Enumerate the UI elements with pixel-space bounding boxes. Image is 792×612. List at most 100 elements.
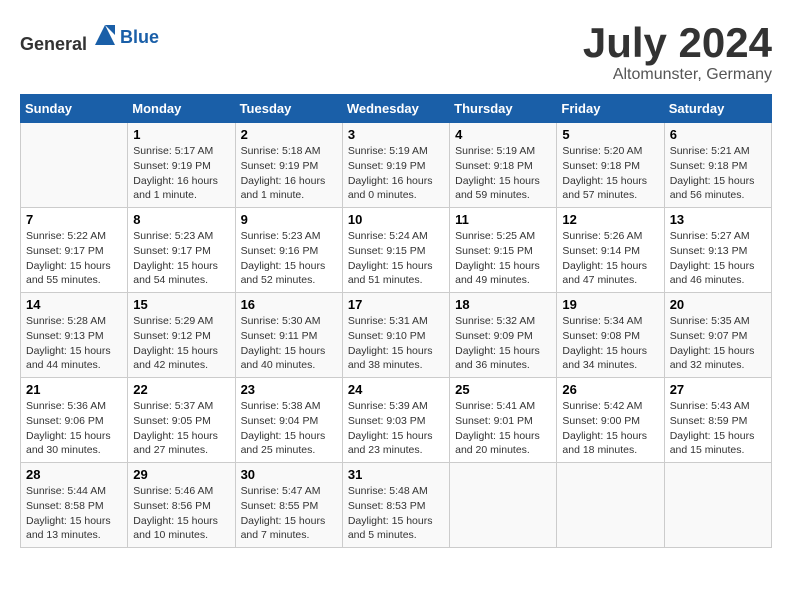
day-info: Sunrise: 5:34 AMSunset: 9:08 PMDaylight:…	[562, 314, 658, 373]
day-info: Sunrise: 5:24 AMSunset: 9:15 PMDaylight:…	[348, 229, 444, 288]
day-number: 24	[348, 382, 444, 397]
calendar-cell: 3 Sunrise: 5:19 AMSunset: 9:19 PMDaylight…	[342, 123, 449, 208]
day-info: Sunrise: 5:35 AMSunset: 9:07 PMDaylight:…	[670, 314, 766, 373]
calendar-cell	[450, 463, 557, 548]
calendar-cell: 10 Sunrise: 5:24 AMSunset: 9:15 PMDayligh…	[342, 208, 449, 293]
day-number: 7	[26, 212, 122, 227]
day-number: 10	[348, 212, 444, 227]
day-number: 14	[26, 297, 122, 312]
day-info: Sunrise: 5:30 AMSunset: 9:11 PMDaylight:…	[241, 314, 337, 373]
day-info: Sunrise: 5:38 AMSunset: 9:04 PMDaylight:…	[241, 399, 337, 458]
month-year-title: July 2024	[583, 20, 772, 66]
day-number: 20	[670, 297, 766, 312]
day-info: Sunrise: 5:23 AMSunset: 9:16 PMDaylight:…	[241, 229, 337, 288]
day-header-monday: Monday	[128, 95, 235, 123]
calendar-cell: 23 Sunrise: 5:38 AMSunset: 9:04 PMDayligh…	[235, 378, 342, 463]
day-info: Sunrise: 5:23 AMSunset: 9:17 PMDaylight:…	[133, 229, 229, 288]
calendar-cell: 11 Sunrise: 5:25 AMSunset: 9:15 PMDayligh…	[450, 208, 557, 293]
calendar-cell: 30 Sunrise: 5:47 AMSunset: 8:55 PMDayligh…	[235, 463, 342, 548]
day-info: Sunrise: 5:29 AMSunset: 9:12 PMDaylight:…	[133, 314, 229, 373]
day-number: 28	[26, 467, 122, 482]
calendar-cell: 14 Sunrise: 5:28 AMSunset: 9:13 PMDayligh…	[21, 293, 128, 378]
calendar-week-3: 14 Sunrise: 5:28 AMSunset: 9:13 PMDayligh…	[21, 293, 772, 378]
day-info: Sunrise: 5:28 AMSunset: 9:13 PMDaylight:…	[26, 314, 122, 373]
day-info: Sunrise: 5:27 AMSunset: 9:13 PMDaylight:…	[670, 229, 766, 288]
day-number: 11	[455, 212, 551, 227]
day-number: 8	[133, 212, 229, 227]
day-info: Sunrise: 5:26 AMSunset: 9:14 PMDaylight:…	[562, 229, 658, 288]
calendar-cell: 6 Sunrise: 5:21 AMSunset: 9:18 PMDaylight…	[664, 123, 771, 208]
day-number: 4	[455, 127, 551, 142]
calendar-header-row: SundayMondayTuesdayWednesdayThursdayFrid…	[21, 95, 772, 123]
day-info: Sunrise: 5:39 AMSunset: 9:03 PMDaylight:…	[348, 399, 444, 458]
calendar-cell: 19 Sunrise: 5:34 AMSunset: 9:08 PMDayligh…	[557, 293, 664, 378]
day-number: 19	[562, 297, 658, 312]
calendar-cell: 4 Sunrise: 5:19 AMSunset: 9:18 PMDaylight…	[450, 123, 557, 208]
calendar-cell: 26Sunrise: 5:42 AMSunset: 9:00 PMDayligh…	[557, 378, 664, 463]
day-number: 25	[455, 382, 551, 397]
calendar-cell	[664, 463, 771, 548]
day-info: Sunrise: 5:43 AMSunset: 8:59 PMDaylight:…	[670, 399, 766, 458]
calendar-cell: 24 Sunrise: 5:39 AMSunset: 9:03 PMDayligh…	[342, 378, 449, 463]
calendar-week-1: 1 Sunrise: 5:17 AMSunset: 9:19 PMDaylight…	[21, 123, 772, 208]
day-header-friday: Friday	[557, 95, 664, 123]
day-info: Sunrise: 5:17 AMSunset: 9:19 PMDaylight:…	[133, 144, 229, 203]
calendar-cell: 12 Sunrise: 5:26 AMSunset: 9:14 PMDayligh…	[557, 208, 664, 293]
calendar-week-5: 28Sunrise: 5:44 AMSunset: 8:58 PMDayligh…	[21, 463, 772, 548]
day-number: 3	[348, 127, 444, 142]
day-number: 23	[241, 382, 337, 397]
day-number: 27	[670, 382, 766, 397]
calendar-week-4: 21 Sunrise: 5:36 AMSunset: 9:06 PMDayligh…	[21, 378, 772, 463]
page-header: General Blue July 2024 Altomunster, Germ…	[20, 20, 772, 84]
location-subtitle: Altomunster, Germany	[583, 66, 772, 84]
day-header-wednesday: Wednesday	[342, 95, 449, 123]
day-info: Sunrise: 5:47 AMSunset: 8:55 PMDaylight:…	[241, 484, 337, 543]
day-number: 12	[562, 212, 658, 227]
day-number: 18	[455, 297, 551, 312]
logo: General Blue	[20, 20, 159, 55]
calendar-cell: 16Sunrise: 5:30 AMSunset: 9:11 PMDayligh…	[235, 293, 342, 378]
day-info: Sunrise: 5:37 AMSunset: 9:05 PMDaylight:…	[133, 399, 229, 458]
calendar-cell: 20 Sunrise: 5:35 AMSunset: 9:07 PMDayligh…	[664, 293, 771, 378]
calendar-cell	[21, 123, 128, 208]
day-number: 15	[133, 297, 229, 312]
day-number: 13	[670, 212, 766, 227]
day-info: Sunrise: 5:19 AMSunset: 9:19 PMDaylight:…	[348, 144, 444, 203]
calendar-cell: 22Sunrise: 5:37 AMSunset: 9:05 PMDayligh…	[128, 378, 235, 463]
day-info: Sunrise: 5:36 AMSunset: 9:06 PMDaylight:…	[26, 399, 122, 458]
day-number: 2	[241, 127, 337, 142]
calendar-cell: 31Sunrise: 5:48 AMSunset: 8:53 PMDayligh…	[342, 463, 449, 548]
calendar-table: SundayMondayTuesdayWednesdayThursdayFrid…	[20, 94, 772, 548]
calendar-cell: 15 Sunrise: 5:29 AMSunset: 9:12 PMDayligh…	[128, 293, 235, 378]
calendar-cell: 29Sunrise: 5:46 AMSunset: 8:56 PMDayligh…	[128, 463, 235, 548]
calendar-cell: 9 Sunrise: 5:23 AMSunset: 9:16 PMDaylight…	[235, 208, 342, 293]
day-header-sunday: Sunday	[21, 95, 128, 123]
day-info: Sunrise: 5:32 AMSunset: 9:09 PMDaylight:…	[455, 314, 551, 373]
calendar-cell	[557, 463, 664, 548]
calendar-cell: 1 Sunrise: 5:17 AMSunset: 9:19 PMDaylight…	[128, 123, 235, 208]
logo-blue: Blue	[120, 27, 159, 47]
day-info: Sunrise: 5:19 AMSunset: 9:18 PMDaylight:…	[455, 144, 551, 203]
day-header-saturday: Saturday	[664, 95, 771, 123]
calendar-cell: 18 Sunrise: 5:32 AMSunset: 9:09 PMDayligh…	[450, 293, 557, 378]
calendar-cell: 25 Sunrise: 5:41 AMSunset: 9:01 PMDayligh…	[450, 378, 557, 463]
calendar-cell: 13 Sunrise: 5:27 AMSunset: 9:13 PMDayligh…	[664, 208, 771, 293]
day-info: Sunrise: 5:41 AMSunset: 9:01 PMDaylight:…	[455, 399, 551, 458]
day-number: 1	[133, 127, 229, 142]
calendar-cell: 2Sunrise: 5:18 AMSunset: 9:19 PMDaylight…	[235, 123, 342, 208]
day-header-tuesday: Tuesday	[235, 95, 342, 123]
day-number: 9	[241, 212, 337, 227]
logo-general: General	[20, 34, 87, 54]
day-info: Sunrise: 5:42 AMSunset: 9:00 PMDaylight:…	[562, 399, 658, 458]
day-info: Sunrise: 5:22 AMSunset: 9:17 PMDaylight:…	[26, 229, 122, 288]
day-number: 21	[26, 382, 122, 397]
title-area: July 2024 Altomunster, Germany	[583, 20, 772, 84]
logo-icon	[90, 20, 120, 50]
day-info: Sunrise: 5:21 AMSunset: 9:18 PMDaylight:…	[670, 144, 766, 203]
day-info: Sunrise: 5:25 AMSunset: 9:15 PMDaylight:…	[455, 229, 551, 288]
day-number: 6	[670, 127, 766, 142]
calendar-cell: 7 Sunrise: 5:22 AMSunset: 9:17 PMDaylight…	[21, 208, 128, 293]
calendar-cell: 21 Sunrise: 5:36 AMSunset: 9:06 PMDayligh…	[21, 378, 128, 463]
day-number: 30	[241, 467, 337, 482]
calendar-cell: 8 Sunrise: 5:23 AMSunset: 9:17 PMDaylight…	[128, 208, 235, 293]
